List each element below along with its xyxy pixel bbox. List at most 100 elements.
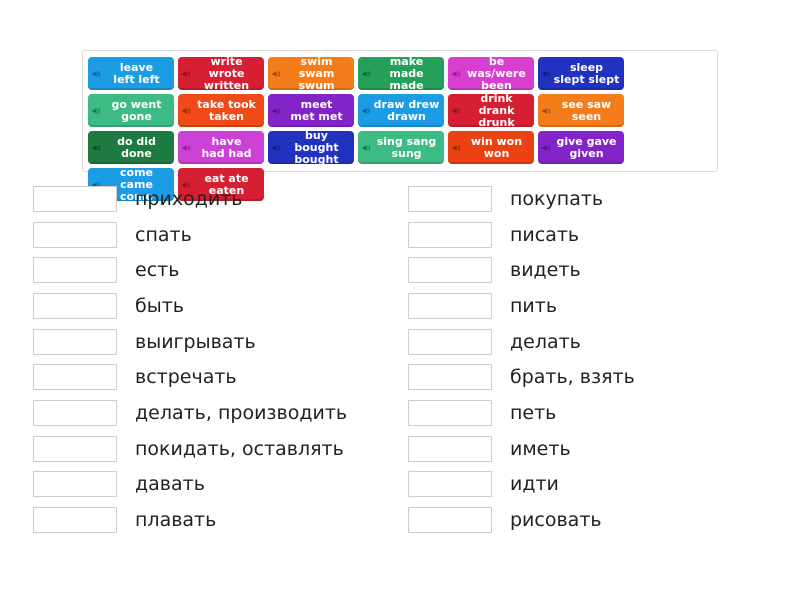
answer-input[interactable] <box>408 364 492 391</box>
answer-prompt-label: петь <box>510 401 557 424</box>
speaker-icon <box>182 69 191 78</box>
answer-row: брать, взять <box>408 359 783 395</box>
answer-row: иметь <box>408 431 783 467</box>
word-tile-label: see saw seen <box>561 97 612 123</box>
word-tile[interactable]: do did done <box>88 131 174 164</box>
word-tile-label: buy bought bought <box>294 131 339 164</box>
word-tile[interactable]: go went gone <box>88 94 174 127</box>
answer-input[interactable] <box>33 507 117 534</box>
answer-row: приходить <box>33 181 408 217</box>
speaker-icon <box>272 106 281 115</box>
answer-prompt-label: покупать <box>510 187 604 210</box>
answer-prompt-label: брать, взять <box>510 366 635 389</box>
answer-row: спать <box>33 217 408 253</box>
answer-prompt-label: делать <box>510 330 581 353</box>
word-tile[interactable]: write wrote written <box>178 57 264 90</box>
answer-row: встречать <box>33 359 408 395</box>
answer-input[interactable] <box>33 257 117 284</box>
speaker-icon <box>362 69 371 78</box>
answer-prompt-label: рисовать <box>510 509 602 532</box>
word-tile-label: drink drank drunk <box>478 94 515 127</box>
word-tile[interactable]: give gave given <box>538 131 624 164</box>
word-tile-label: have had had <box>201 134 252 160</box>
answer-prompt-label: есть <box>135 259 180 282</box>
answer-input[interactable] <box>33 435 117 462</box>
answer-row: петь <box>408 395 783 431</box>
speaker-icon <box>92 69 101 78</box>
answer-row: делать <box>408 324 783 360</box>
word-bank-panel: leave left left write wrote written swim swa… <box>82 50 718 201</box>
answer-row: давать <box>33 467 408 503</box>
answer-row: рисовать <box>408 502 783 538</box>
answer-row: писать <box>408 217 783 253</box>
answer-row: быть <box>33 288 408 324</box>
answer-prompt-label: спать <box>135 223 192 246</box>
word-tile[interactable]: see saw seen <box>538 94 624 127</box>
word-tile-label: take took taken <box>197 97 256 123</box>
word-tile[interactable]: buy bought bought <box>268 131 354 164</box>
answer-prompt-label: видеть <box>510 259 581 282</box>
speaker-icon <box>92 106 101 115</box>
word-tile-label: leave left left <box>113 60 160 86</box>
answer-input[interactable] <box>33 185 117 212</box>
speaker-icon <box>542 143 551 152</box>
word-tile-label: do did done <box>117 134 156 160</box>
word-tile[interactable]: draw drew drawn <box>358 94 444 127</box>
answer-input[interactable] <box>33 328 117 355</box>
word-tile[interactable]: swim swam swum <box>268 57 354 90</box>
answer-input[interactable] <box>33 221 117 248</box>
speaker-icon <box>182 143 191 152</box>
word-tile-label: draw drew drawn <box>373 97 440 123</box>
answer-prompt-label: писать <box>510 223 580 246</box>
answer-input[interactable] <box>408 399 492 426</box>
word-tile[interactable]: drink drank drunk <box>448 94 534 127</box>
answer-row: покидать, оставлять <box>33 431 408 467</box>
word-tile-label: give gave given <box>556 134 617 160</box>
answer-input[interactable] <box>408 435 492 462</box>
speaker-icon <box>452 106 461 115</box>
answer-row: идти <box>408 467 783 503</box>
word-tile-label: swim swam swum <box>298 57 335 90</box>
speaker-icon <box>272 69 281 78</box>
word-tile[interactable]: be was/were been <box>448 57 534 90</box>
answer-prompt-label: плавать <box>135 509 217 532</box>
speaker-icon <box>362 106 371 115</box>
answer-prompt-label: приходить <box>135 187 243 210</box>
answer-prompt-label: давать <box>135 473 205 496</box>
word-tile[interactable]: win won won <box>448 131 534 164</box>
answer-input[interactable] <box>33 364 117 391</box>
answer-prompt-label: встречать <box>135 366 237 389</box>
speaker-icon <box>182 106 191 115</box>
answer-prompt-label: делать, производить <box>135 401 348 424</box>
answer-input[interactable] <box>408 328 492 355</box>
answer-row: плавать <box>33 502 408 538</box>
word-tile[interactable]: take took taken <box>178 94 264 127</box>
speaker-icon <box>452 143 461 152</box>
answer-prompt-label: пить <box>510 294 558 317</box>
word-tile[interactable]: sleep slept slept <box>538 57 624 90</box>
answer-column-left: приходить спать есть быть выигрывать встречат… <box>33 181 408 538</box>
speaker-icon <box>452 69 461 78</box>
answer-input[interactable] <box>408 185 492 212</box>
word-tile[interactable]: have had had <box>178 131 264 164</box>
word-tile-label: be was/were been <box>467 57 526 90</box>
word-tile[interactable]: make made made <box>358 57 444 90</box>
answer-input[interactable] <box>408 257 492 284</box>
answer-input[interactable] <box>408 507 492 534</box>
answer-row: выигрывать <box>33 324 408 360</box>
word-tile[interactable]: leave left left <box>88 57 174 90</box>
word-tile[interactable]: meet met met <box>268 94 354 127</box>
answer-input[interactable] <box>33 399 117 426</box>
word-tile-label: make made made <box>389 57 424 90</box>
answer-input[interactable] <box>408 471 492 498</box>
answer-row: покупать <box>408 181 783 217</box>
answer-input[interactable] <box>408 221 492 248</box>
answer-input[interactable] <box>33 471 117 498</box>
word-tile-label: go went gone <box>111 97 162 123</box>
answer-input[interactable] <box>33 292 117 319</box>
word-tile[interactable]: sing sang sung <box>358 131 444 164</box>
speaker-icon <box>272 143 281 152</box>
speaker-icon <box>542 69 551 78</box>
answer-prompt-label: быть <box>135 294 184 317</box>
answer-input[interactable] <box>408 292 492 319</box>
